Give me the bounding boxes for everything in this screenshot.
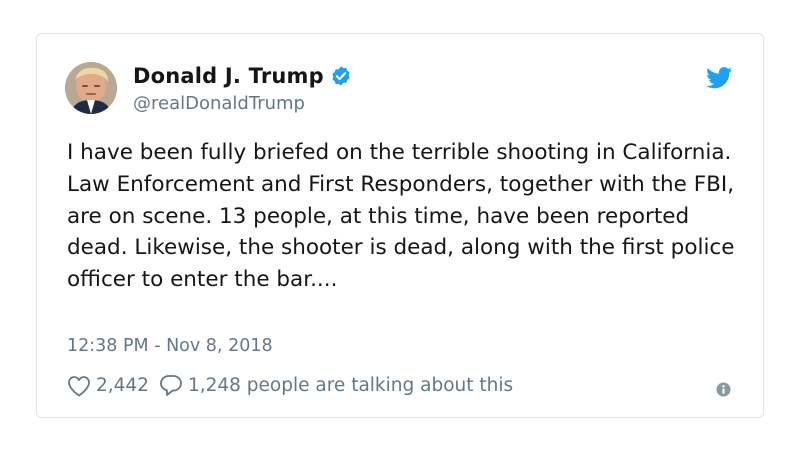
tweet-text: I have been fully briefed on the terribl… — [67, 140, 735, 293]
tweet-timestamp[interactable]: 12:38 PM - Nov 8, 2018 — [67, 336, 273, 356]
reply-button[interactable]: 1,248 people are talking about this — [159, 374, 513, 397]
profile-photo — [65, 62, 117, 114]
speech-bubble-icon — [160, 375, 182, 396]
author-name-row: Donald J. Trump — [133, 64, 352, 88]
author-name[interactable]: Donald J. Trump — [133, 64, 324, 88]
twitter-bird-icon[interactable] — [706, 67, 733, 93]
verified-badge-icon — [330, 65, 352, 87]
heart-icon — [68, 375, 90, 396]
talking-about-text: 1,248 people are talking about this — [187, 375, 514, 396]
info-icon[interactable] — [716, 382, 731, 397]
tweet-actions: 2,442 1,248 people are talking about thi… — [67, 374, 513, 397]
tweet-card: Donald J. Trump @realDonaldTrump I have … — [36, 33, 764, 418]
author-handle[interactable]: @realDonaldTrump — [133, 93, 305, 114]
like-count: 2,442 — [96, 375, 149, 396]
avatar[interactable] — [65, 62, 117, 114]
like-button[interactable]: 2,442 — [67, 375, 149, 397]
